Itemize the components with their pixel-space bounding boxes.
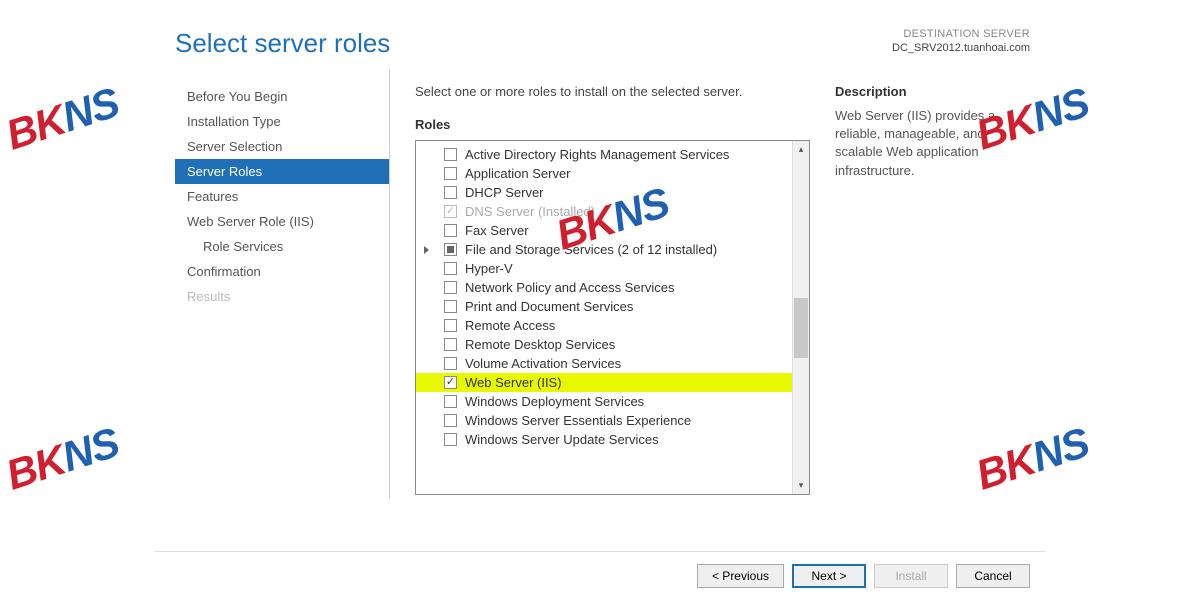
role-item[interactable]: Print and Document Services bbox=[416, 297, 792, 316]
nav-item[interactable]: Server Selection bbox=[175, 134, 389, 159]
destination-label: DESTINATION SERVER bbox=[892, 28, 1030, 40]
checkbox[interactable] bbox=[444, 148, 457, 161]
checkbox[interactable] bbox=[444, 433, 457, 446]
role-label: Network Policy and Access Services bbox=[465, 280, 675, 295]
body: Before You BeginInstallation TypeServer … bbox=[155, 69, 1045, 499]
role-item[interactable]: Hyper-V bbox=[416, 259, 792, 278]
checkbox[interactable] bbox=[444, 357, 457, 370]
nav-item[interactable]: Installation Type bbox=[175, 109, 389, 134]
checkbox[interactable] bbox=[444, 414, 457, 427]
role-item[interactable]: Web Server (IIS) bbox=[416, 373, 792, 392]
role-label: Hyper-V bbox=[465, 261, 513, 276]
destination-server: DC_SRV2012.tuanhoai.com bbox=[892, 42, 1030, 54]
role-item[interactable]: Application Server bbox=[416, 164, 792, 183]
role-label: Windows Server Essentials Experience bbox=[465, 413, 691, 428]
role-label: Remote Desktop Services bbox=[465, 337, 615, 352]
nav-item[interactable]: Server Roles bbox=[175, 159, 389, 184]
roles-list[interactable]: Active Directory Rights Management Servi… bbox=[416, 141, 792, 494]
destination-block: DESTINATION SERVER DC_SRV2012.tuanhoai.c… bbox=[892, 28, 1030, 54]
scroll-up-icon[interactable]: ▴ bbox=[794, 141, 809, 158]
role-item[interactable]: Network Policy and Access Services bbox=[416, 278, 792, 297]
install-button[interactable]: Install bbox=[874, 564, 948, 588]
sidebar-nav: Before You BeginInstallation TypeServer … bbox=[175, 69, 390, 499]
role-item[interactable]: Windows Server Update Services bbox=[416, 430, 792, 449]
role-item[interactable]: DHCP Server bbox=[416, 183, 792, 202]
role-label: Application Server bbox=[465, 166, 571, 181]
role-item[interactable]: Fax Server bbox=[416, 221, 792, 240]
watermark: BKNS bbox=[0, 418, 124, 499]
cancel-button[interactable]: Cancel bbox=[956, 564, 1030, 588]
roles-listbox: Active Directory Rights Management Servi… bbox=[415, 140, 810, 495]
page-title: Select server roles bbox=[175, 28, 390, 59]
checkbox[interactable] bbox=[444, 243, 457, 256]
role-item[interactable]: Remote Access bbox=[416, 316, 792, 335]
wizard-dialog: Select server roles DESTINATION SERVER D… bbox=[155, 0, 1045, 600]
role-label: DNS Server (Installed) bbox=[465, 204, 595, 219]
role-item[interactable]: Windows Deployment Services bbox=[416, 392, 792, 411]
role-label: Fax Server bbox=[465, 223, 529, 238]
role-label: File and Storage Services (2 of 12 insta… bbox=[465, 242, 717, 257]
checkbox[interactable] bbox=[444, 395, 457, 408]
nav-item[interactable]: Features bbox=[175, 184, 389, 209]
checkbox[interactable] bbox=[444, 376, 457, 389]
role-label: Windows Deployment Services bbox=[465, 394, 644, 409]
role-label: Web Server (IIS) bbox=[465, 375, 562, 390]
nav-item: Results bbox=[175, 284, 389, 309]
role-item[interactable]: Remote Desktop Services bbox=[416, 335, 792, 354]
description-label: Description bbox=[835, 84, 1030, 99]
expand-icon[interactable] bbox=[424, 246, 429, 254]
role-item[interactable]: File and Storage Services (2 of 12 insta… bbox=[416, 240, 792, 259]
header: Select server roles DESTINATION SERVER D… bbox=[155, 0, 1045, 69]
checkbox[interactable] bbox=[444, 300, 457, 313]
role-label: DHCP Server bbox=[465, 185, 544, 200]
checkbox[interactable] bbox=[444, 262, 457, 275]
nav-item[interactable]: Confirmation bbox=[175, 259, 389, 284]
description-text: Web Server (IIS) provides a reliable, ma… bbox=[835, 107, 1030, 180]
role-item[interactable]: Active Directory Rights Management Servi… bbox=[416, 145, 792, 164]
main-panel: Select one or more roles to install on t… bbox=[390, 69, 1030, 499]
roles-column: Select one or more roles to install on t… bbox=[415, 84, 810, 499]
role-label: Volume Activation Services bbox=[465, 356, 621, 371]
checkbox[interactable] bbox=[444, 167, 457, 180]
scroll-down-icon[interactable]: ▾ bbox=[794, 477, 809, 494]
instruction-text: Select one or more roles to install on t… bbox=[415, 84, 810, 99]
scrollbar-vertical[interactable]: ▴ ▾ bbox=[792, 141, 809, 494]
checkbox bbox=[444, 205, 457, 218]
role-item[interactable]: Windows Server Essentials Experience bbox=[416, 411, 792, 430]
nav-item[interactable]: Role Services bbox=[175, 234, 389, 259]
role-label: Windows Server Update Services bbox=[465, 432, 659, 447]
role-item[interactable]: DNS Server (Installed) bbox=[416, 202, 792, 221]
scroll-track[interactable] bbox=[793, 158, 809, 477]
role-label: Print and Document Services bbox=[465, 299, 633, 314]
nav-item[interactable]: Before You Begin bbox=[175, 84, 389, 109]
description-column: Description Web Server (IIS) provides a … bbox=[810, 84, 1030, 499]
nav-item[interactable]: Web Server Role (IIS) bbox=[175, 209, 389, 234]
watermark: BKNS bbox=[0, 78, 124, 159]
role-item[interactable]: Volume Activation Services bbox=[416, 354, 792, 373]
next-button[interactable]: Next > bbox=[792, 564, 866, 588]
role-label: Active Directory Rights Management Servi… bbox=[465, 147, 729, 162]
role-label: Remote Access bbox=[465, 318, 555, 333]
checkbox[interactable] bbox=[444, 224, 457, 237]
scroll-thumb[interactable] bbox=[794, 298, 808, 358]
checkbox[interactable] bbox=[444, 319, 457, 332]
previous-button[interactable]: < Previous bbox=[697, 564, 784, 588]
roles-label: Roles bbox=[415, 117, 810, 132]
checkbox[interactable] bbox=[444, 338, 457, 351]
checkbox[interactable] bbox=[444, 281, 457, 294]
checkbox[interactable] bbox=[444, 186, 457, 199]
footer-buttons: < Previous Next > Install Cancel bbox=[155, 551, 1045, 600]
